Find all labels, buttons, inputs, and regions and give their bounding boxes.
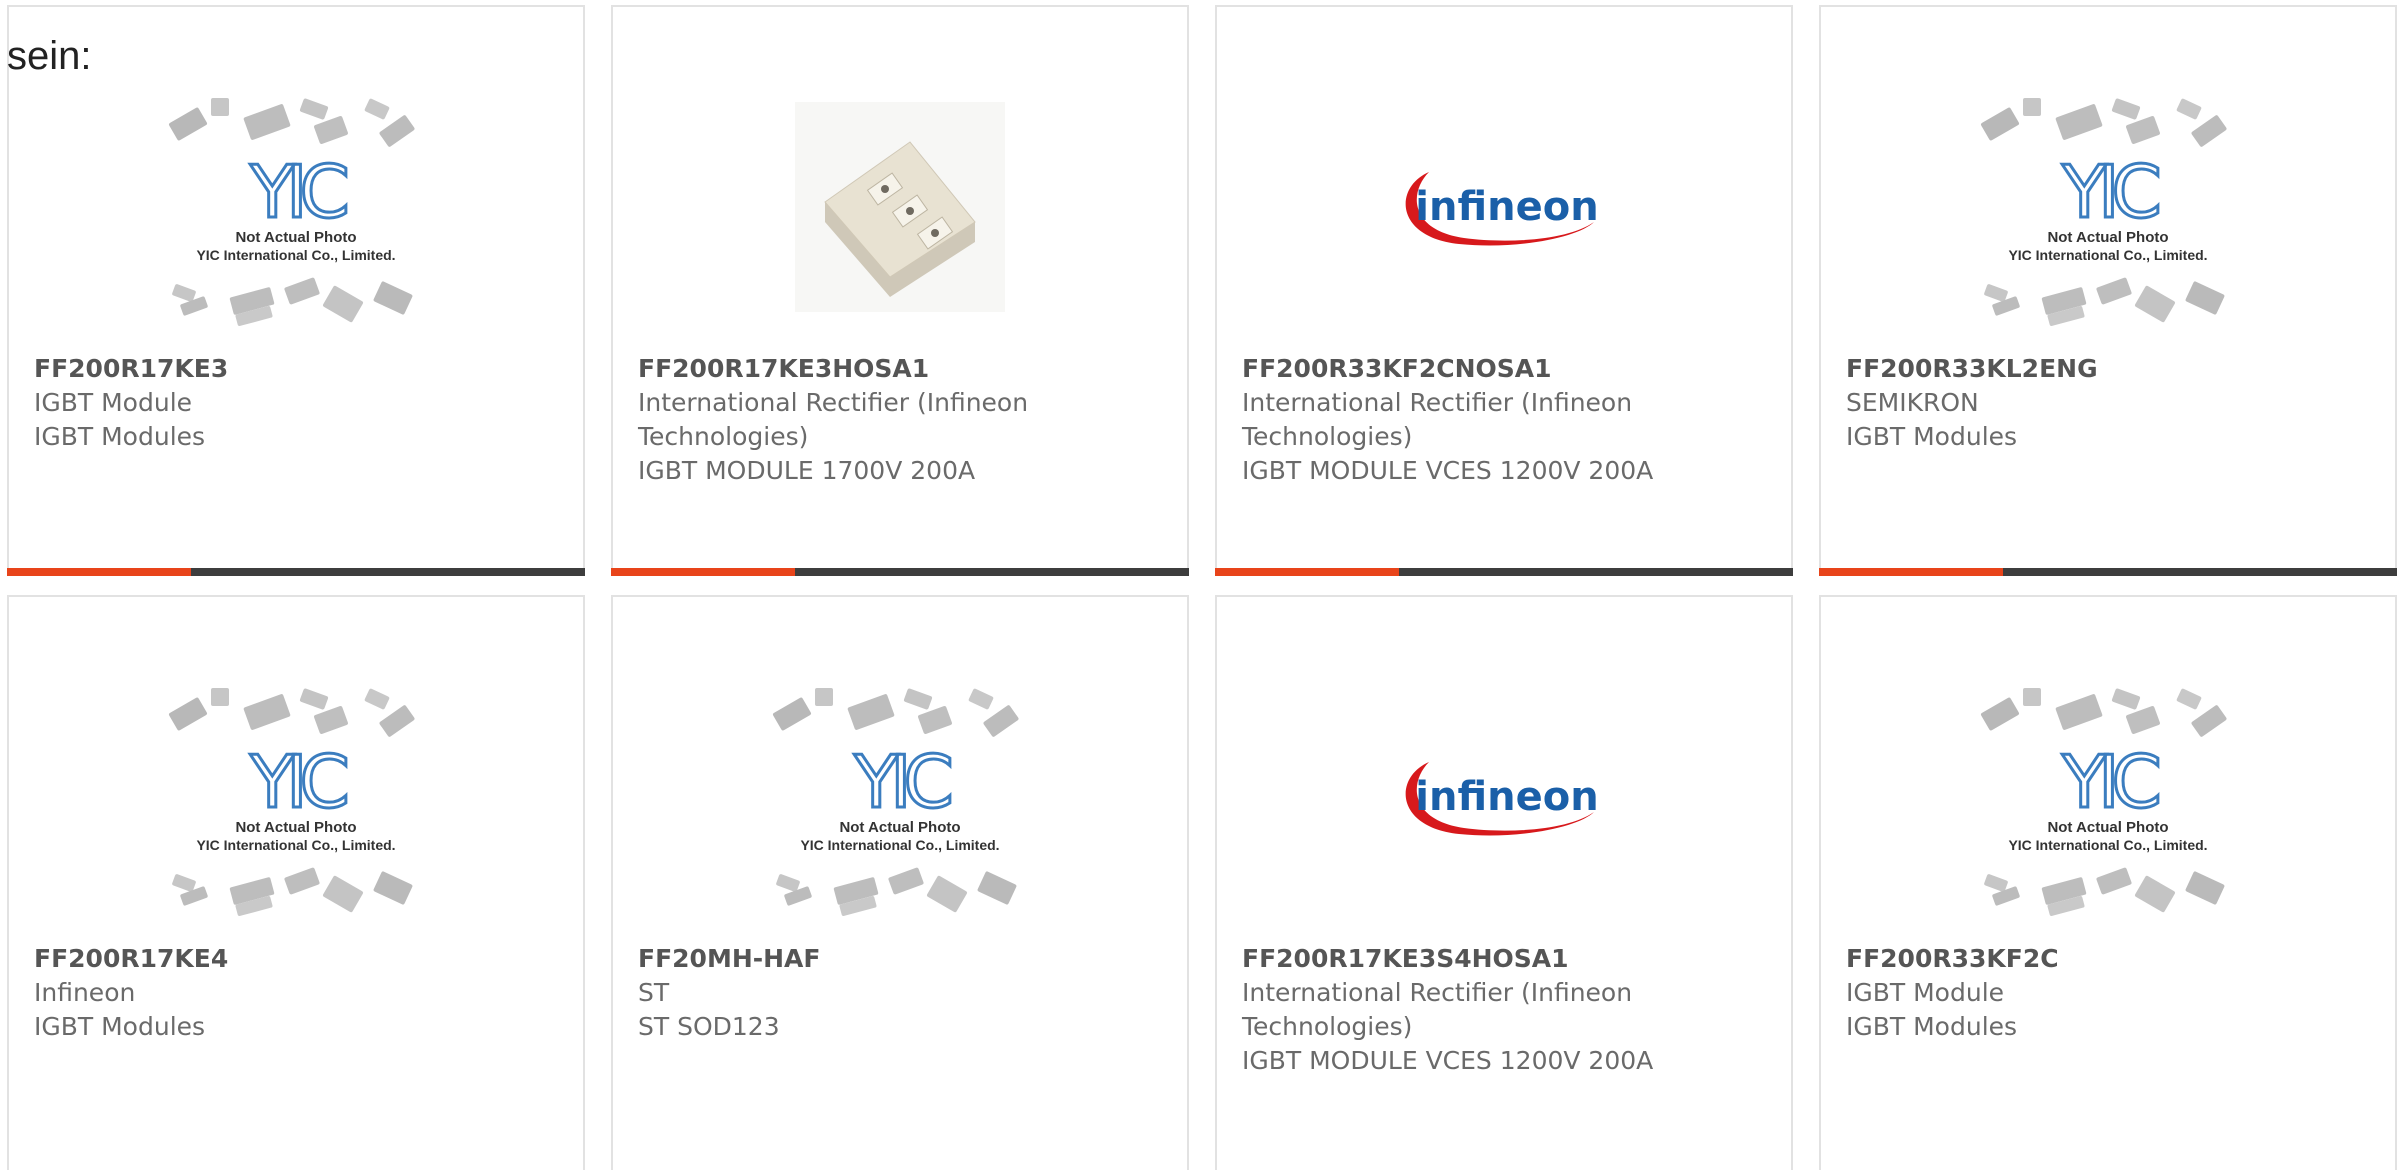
part-number-link[interactable]: FF200R33KL2ENG (1846, 352, 2375, 386)
part-number-link[interactable]: FF200R33KF2C (1846, 942, 2375, 976)
yic-placeholder-image: YICNot Actual PhotoYIC International Co.… (773, 688, 1019, 917)
placeholder-caption-1: Not Actual Photo (235, 229, 356, 246)
product-detail-line: IGBT MODULE VCES 1200V 200A (1242, 456, 1654, 485)
product-info: FF200R17KE4 Infineon IGBT Modules (34, 942, 563, 1044)
product-detail-line: IGBT Module (34, 388, 193, 417)
product-detail-line: International Rectifier (Infineon (1242, 388, 1633, 417)
yic-logo: YIC (2061, 150, 2158, 234)
product-detail-line: Technologies) (1242, 422, 1413, 451)
product-info: FF200R33KL2ENG SEMIKRON IGBT Modules (1846, 352, 2375, 454)
placeholder-caption-2: YIC International Co., Limited. (196, 247, 395, 263)
product-image[interactable]: YIC Not Actual Photo YIC International Co.… (9, 62, 583, 352)
product-card[interactable]: infineon FF200R17KE3S4HOSA1 International … (1215, 595, 1793, 1170)
product-detail-line: Technologies) (1242, 1012, 1413, 1041)
product-detail-line: IGBT MODULE 1700V 200A (638, 456, 976, 485)
yic-logo: YIC (249, 740, 346, 824)
yic-placeholder-image: YICNot Actual PhotoYIC International Co.… (169, 688, 415, 917)
product-detail-line: Technologies) (638, 422, 809, 451)
infineon-logo-icon: infineon (1405, 172, 1599, 246)
placeholder-caption-1: Not Actual Photo (235, 819, 356, 836)
part-number-link[interactable]: FF200R17KE3 (34, 352, 563, 386)
product-image[interactable]: infineon (1217, 652, 1791, 942)
product-info: FF200R33KF2C IGBT Module IGBT Modules (1846, 942, 2375, 1044)
product-image[interactable]: YIC Not Actual Photo YIC International Co.… (1821, 62, 2395, 352)
product-image[interactable]: YIC Not Actual Photo YIC International Co.… (9, 652, 583, 942)
card-accent-bar (1819, 568, 2003, 576)
product-card[interactable]: infineon FF200R33KF2CNOSA1 International R… (1215, 5, 1793, 576)
card-bottom-bar (1819, 568, 2397, 576)
placeholder-caption-2: YIC International Co., Limited. (196, 837, 395, 853)
yic-logo: YIC (2061, 740, 2158, 824)
yic-placeholder-image: YICNot Actual PhotoYIC International Co.… (169, 98, 415, 327)
igbt-module-photo (795, 102, 1005, 312)
product-detail-line: IGBT Modules (34, 422, 206, 451)
part-number-link[interactable]: FF200R17KE4 (34, 942, 563, 976)
part-number-link[interactable]: FF200R33KF2CNOSA1 (1242, 352, 1771, 386)
lead-text: sein: (7, 34, 92, 78)
yic-placeholder-image: YICNot Actual PhotoYIC International Co.… (1981, 98, 2227, 327)
card-accent-bar (611, 568, 795, 576)
product-info: FF200R33KF2CNOSA1 International Rectifier… (1242, 352, 1771, 488)
product-image[interactable] (613, 62, 1187, 352)
product-info: FF200R17KE3HOSA1 International Rectifier … (638, 352, 1167, 488)
yic-logo: YIC (853, 740, 950, 824)
product-detail-line: IGBT Modules (1846, 422, 2018, 451)
product-image[interactable]: YIC Not Actual Photo YIC International Co.… (613, 652, 1187, 942)
product-image[interactable]: YIC Not Actual Photo YIC International Co.… (1821, 652, 2395, 942)
part-number-link[interactable]: FF20MH-HAF (638, 942, 1167, 976)
product-info: FF200R17KE3S4HOSA1 International Rectifie… (1242, 942, 1771, 1078)
product-detail-line: ST (638, 978, 670, 1007)
product-card[interactable]: YIC Not Actual Photo YIC International Co.… (7, 5, 585, 576)
product-detail-line: SEMIKRON (1846, 388, 1979, 417)
infineon-logo-text: infineon (1415, 774, 1598, 820)
yic-logo: YIC (249, 150, 346, 234)
product-detail-line: Infineon (34, 978, 136, 1007)
placeholder-caption-2: YIC International Co., Limited. (800, 837, 999, 853)
product-info: FF20MH-HAF ST ST SOD123 (638, 942, 1167, 1044)
placeholder-caption-1: Not Actual Photo (839, 819, 960, 836)
product-card[interactable]: FF200R17KE3HOSA1 International Rectifier … (611, 5, 1189, 576)
part-number-link[interactable]: FF200R17KE3HOSA1 (638, 352, 1167, 386)
part-number-link[interactable]: FF200R17KE3S4HOSA1 (1242, 942, 1771, 976)
yic-placeholder-image: YICNot Actual PhotoYIC International Co.… (1981, 688, 2227, 917)
product-card[interactable]: YIC Not Actual Photo YIC International Co.… (1819, 5, 2397, 576)
infineon-logo-text: infineon (1415, 184, 1598, 230)
product-image[interactable]: infineon (1217, 62, 1791, 352)
infineon-logo-icon: infineon (1405, 762, 1599, 836)
product-detail-line: International Rectifier (Infineon (638, 388, 1029, 417)
card-bottom-bar (7, 568, 585, 576)
product-card[interactable]: YIC Not Actual Photo YIC International Co.… (611, 595, 1189, 1170)
product-detail-line: IGBT Module (1846, 978, 2005, 1007)
card-bottom-bar (611, 568, 1189, 576)
card-bottom-bar (1215, 568, 1793, 576)
card-accent-bar (7, 568, 191, 576)
product-detail-line: IGBT Modules (34, 1012, 206, 1041)
product-detail-line: International Rectifier (Infineon (1242, 978, 1633, 1007)
product-detail-line: IGBT MODULE VCES 1200V 200A (1242, 1046, 1654, 1075)
product-detail-line: ST SOD123 (638, 1012, 780, 1041)
product-info: FF200R17KE3 IGBT Module IGBT Modules (34, 352, 563, 454)
placeholder-caption-1: Not Actual Photo (2047, 229, 2168, 246)
placeholder-caption-2: YIC International Co., Limited. (2008, 247, 2207, 263)
placeholder-caption-1: Not Actual Photo (2047, 819, 2168, 836)
product-detail-line: IGBT Modules (1846, 1012, 2018, 1041)
product-card[interactable]: YIC Not Actual Photo YIC International Co.… (1819, 595, 2397, 1170)
card-accent-bar (1215, 568, 1399, 576)
product-card[interactable]: YIC Not Actual Photo YIC International Co.… (7, 595, 585, 1170)
placeholder-caption-2: YIC International Co., Limited. (2008, 837, 2207, 853)
